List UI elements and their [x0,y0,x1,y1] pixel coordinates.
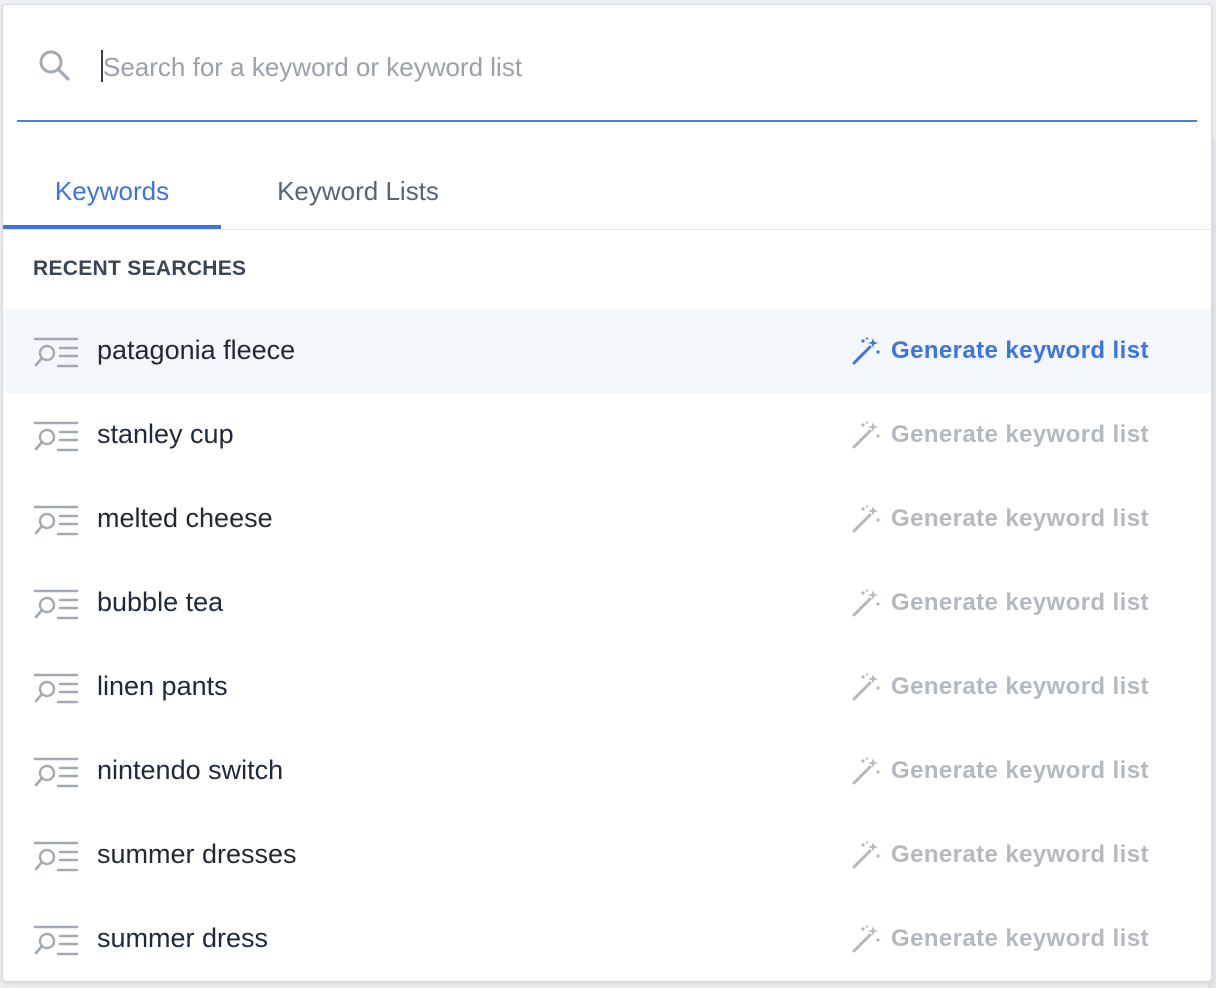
search-list-icon [33,841,79,872]
search-list-icon [33,589,79,620]
tab-keyword-lists[interactable]: Keyword Lists [253,155,463,227]
search-list-icon [33,925,79,956]
search-focus-underline [17,120,1197,122]
recent-search-label: summer dress [97,923,269,953]
generate-keyword-list-button[interactable]: Generate keyword list [851,919,1171,959]
recent-search-item[interactable]: linen pants Generate keyword list [3,645,1211,729]
search-bar [3,5,1211,109]
magic-wand-icon [852,589,880,617]
magic-wand-icon [852,757,880,785]
tab-keyword-lists-label: Keyword Lists [277,175,439,206]
generate-keyword-list-button[interactable]: Generate keyword list [851,751,1171,791]
recent-search-item[interactable]: stanley cup Generate keyword list [3,393,1211,477]
recent-search-item[interactable]: summer dress Generate keyword list [3,897,1211,981]
search-list-icon [33,337,79,368]
tab-keywords[interactable]: Keywords [3,155,221,229]
recent-search-label: nintendo switch [97,755,284,785]
recent-searches-list: patagonia fleece Generate keyword list s… [3,309,1211,981]
search-list-icon [33,757,79,788]
recent-search-item[interactable]: patagonia fleece Generate keyword list [3,309,1211,393]
generate-keyword-list-label: Generate keyword list [891,757,1149,784]
generate-keyword-list-label: Generate keyword list [891,925,1149,952]
recent-search-label: summer dresses [97,839,297,869]
generate-keyword-list-button[interactable]: Generate keyword list [851,583,1171,623]
magic-wand-icon [852,505,880,533]
magic-wand-icon [852,841,880,869]
active-tab-indicator [3,225,221,229]
recent-search-label: stanley cup [97,419,234,449]
generate-keyword-list-label: Generate keyword list [891,841,1149,868]
generate-keyword-list-label: Generate keyword list [891,505,1149,532]
recent-search-item[interactable]: summer dresses Generate keyword list [3,813,1211,897]
recent-search-label: melted cheese [97,503,273,533]
generate-keyword-list-label: Generate keyword list [891,337,1149,364]
generate-keyword-list-button[interactable]: Generate keyword list [851,667,1171,707]
recent-search-item[interactable]: melted cheese Generate keyword list [3,477,1211,561]
tab-keywords-label: Keywords [54,175,170,206]
generate-keyword-list-button[interactable]: Generate keyword list [851,499,1171,539]
search-list-icon [33,421,79,452]
section-heading: RECENT SEARCHES [33,257,247,280]
search-input[interactable] [103,45,1163,89]
generate-keyword-list-button[interactable]: Generate keyword list [851,331,1171,371]
generate-keyword-list-button[interactable]: Generate keyword list [851,835,1171,875]
recent-search-item[interactable]: bubble tea Generate keyword list [3,561,1211,645]
recent-search-label: bubble tea [97,587,224,617]
tab-bar: Keywords Keyword Lists [3,155,1211,230]
generate-keyword-list-label: Generate keyword list [891,589,1149,616]
recent-search-item[interactable]: nintendo switch Generate keyword list [3,729,1211,813]
generate-keyword-list-button[interactable]: Generate keyword list [851,415,1171,455]
magic-wand-icon [852,673,880,701]
search-icon [39,50,70,81]
magic-wand-icon [852,925,880,953]
search-list-icon [33,673,79,704]
magic-wand-icon [852,421,880,449]
recent-search-label: linen pants [97,671,228,701]
search-list-icon [33,505,79,536]
magic-wand-icon [852,337,880,365]
generate-keyword-list-label: Generate keyword list [891,421,1149,448]
generate-keyword-list-label: Generate keyword list [891,673,1149,700]
search-dropdown-panel: Keywords Keyword Lists RECENT SEARCHES p… [2,4,1212,982]
recent-search-label: patagonia fleece [97,335,296,365]
